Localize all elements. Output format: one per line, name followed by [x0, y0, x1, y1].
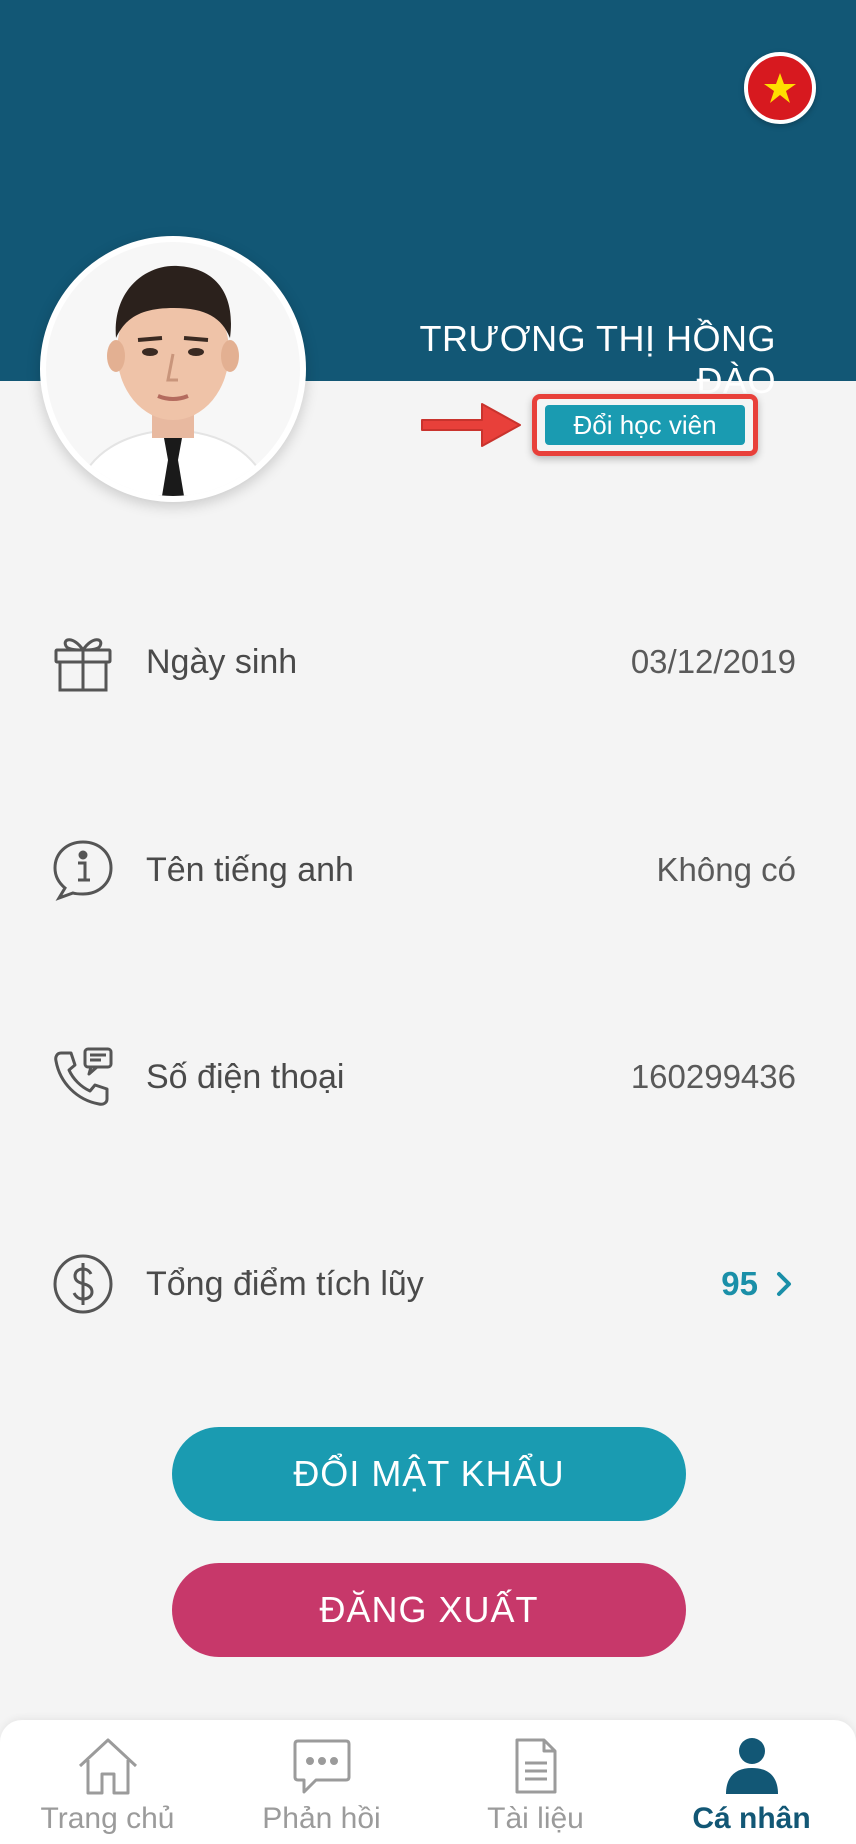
points-label: Tổng điểm tích lũy [146, 1264, 424, 1303]
avatar [40, 236, 306, 502]
logout-button[interactable]: ĐĂNG XUẤT [172, 1563, 686, 1657]
language-flag-button[interactable] [744, 52, 816, 124]
arrow-annotation-icon [421, 403, 521, 447]
dollar-circle-icon [48, 1249, 118, 1319]
info-chat-icon [48, 835, 118, 905]
vietnam-flag-icon [764, 73, 796, 103]
english-name-label: Tên tiếng anh [146, 850, 354, 889]
birthday-value: 03/12/2019 [630, 643, 796, 680]
chevron-right-icon [777, 1272, 791, 1296]
tab-documents-label: Tài liệu [487, 1802, 584, 1835]
phone-label: Số điện thoại [146, 1057, 345, 1096]
home-icon [73, 1734, 143, 1798]
bottom-tab-bar: Trang chủ Phản hồi Tài liệu Cá nhân [0, 1720, 856, 1844]
change-password-button[interactable]: ĐỔI MẬT KHẨU [172, 1427, 686, 1521]
points-value: 95 [721, 1265, 758, 1302]
switch-student-highlight: Đổi học viên [532, 394, 758, 456]
gift-icon [48, 627, 118, 697]
phone-message-icon [48, 1042, 118, 1112]
student-name: TRƯƠNG THỊ HỒNG ĐÀO [419, 318, 776, 401]
info-row-points[interactable]: Tổng điểm tích lũy 95 [48, 1244, 796, 1324]
tab-home-label: Trang chủ [40, 1802, 175, 1835]
document-icon [501, 1734, 571, 1798]
info-row-phone: Số điện thoại 160299436 [48, 1037, 796, 1117]
tab-profile-label: Cá nhân [692, 1802, 811, 1835]
info-row-english-name: Tên tiếng anh Không có [48, 830, 796, 910]
tab-profile[interactable]: Cá nhân [664, 1720, 839, 1844]
user-icon [717, 1734, 787, 1798]
info-row-birthday: Ngày sinh 03/12/2019 [48, 622, 796, 702]
tab-feedback-label: Phản hồi [262, 1802, 381, 1835]
feedback-icon [287, 1734, 357, 1798]
tab-home[interactable]: Trang chủ [20, 1720, 195, 1844]
birthday-label: Ngày sinh [146, 642, 298, 681]
tab-documents[interactable]: Tài liệu [448, 1720, 623, 1844]
switch-student-button[interactable]: Đổi học viên [545, 405, 745, 445]
phone-value: 160299436 [630, 1058, 796, 1095]
tab-feedback[interactable]: Phản hồi [234, 1720, 409, 1844]
english-name-value: Không có [656, 851, 796, 888]
